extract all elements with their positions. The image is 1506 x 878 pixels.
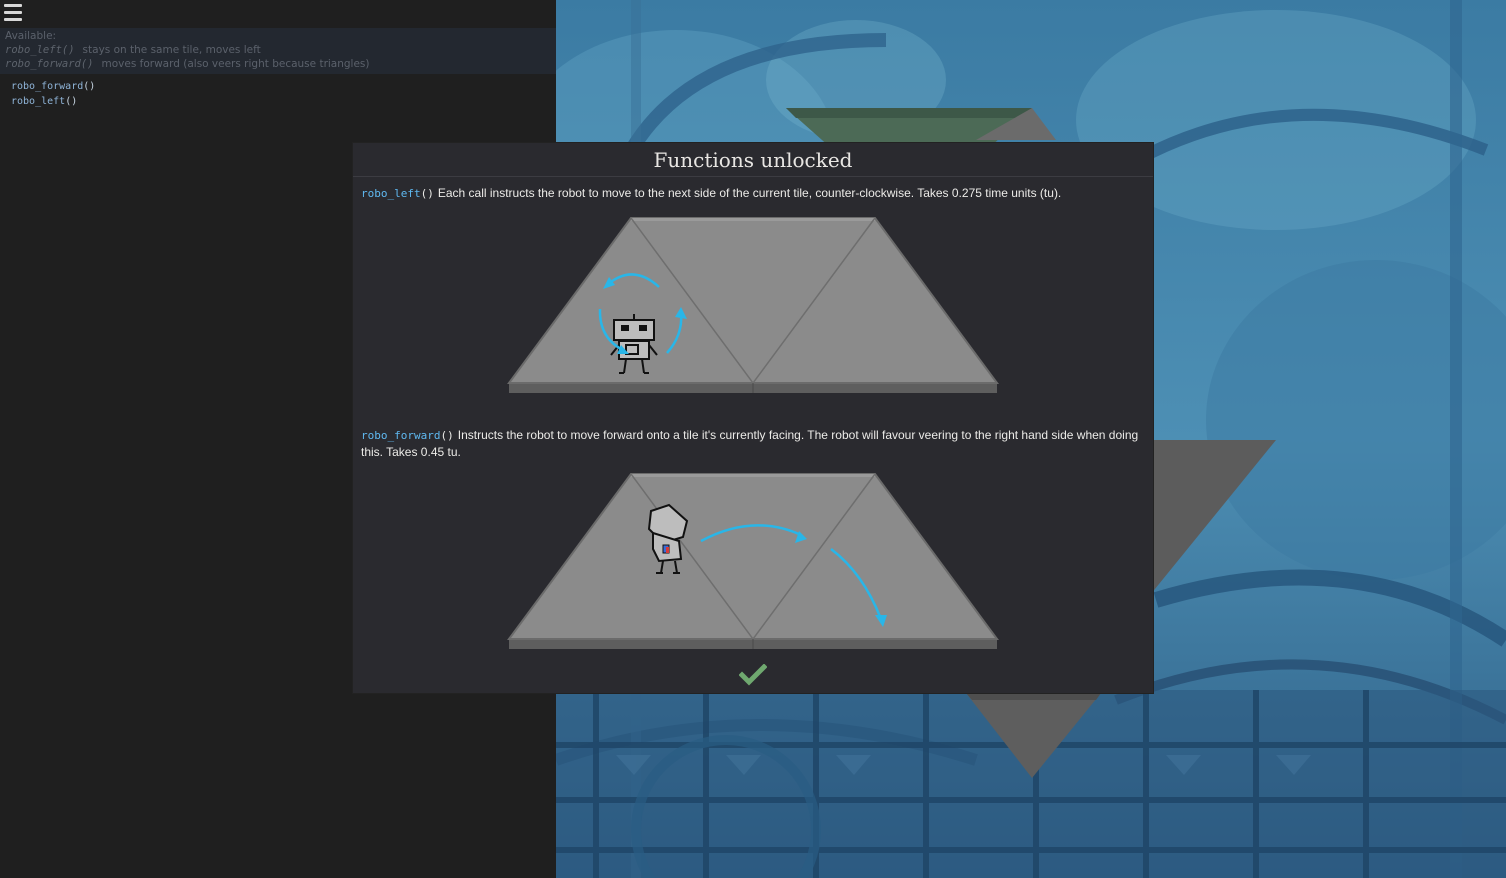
robo-left-description: robo_left() Each call instructs the robot…: [361, 185, 1146, 202]
available-heading: Available:: [5, 30, 57, 42]
function-description: Each call instructs the robot to move to…: [437, 186, 1062, 200]
available-item-desc: stays on the same tile, moves left: [82, 44, 261, 56]
available-item-robo-left: robo_left() stays on the same tile, moves…: [5, 44, 261, 56]
function-name: robo_left: [361, 187, 421, 200]
function-name: robo_forward: [361, 429, 441, 442]
checkmark-icon[interactable]: [739, 664, 767, 686]
title-divider: [353, 176, 1153, 177]
code-line-2[interactable]: robo_left(): [11, 96, 77, 107]
available-item-desc: moves forward (also veers right because …: [101, 58, 370, 70]
available-item-fn: robo_forward(): [5, 58, 94, 70]
code-fn: robo_forward: [11, 81, 84, 92]
dialog-title: Functions unlocked: [653, 148, 853, 172]
function-description: Instructs the robot to move forward onto…: [361, 428, 1139, 459]
code-fn: robo_left: [11, 96, 66, 107]
available-item-robo-forward: robo_forward() moves forward (also veers …: [5, 58, 370, 70]
available-functions-panel: Available: robo_left() stays on the same …: [0, 28, 556, 74]
robo-forward-illustration: [507, 473, 999, 649]
function-args: (): [420, 187, 434, 200]
functions-unlocked-dialog: Functions unlocked robo_left() Each call …: [353, 143, 1153, 693]
hamburger-menu-icon[interactable]: [4, 4, 22, 21]
code-args: (): [83, 81, 96, 92]
robo-left-illustration: [507, 217, 999, 393]
robo-forward-description: robo_forward() Instructs the robot to mov…: [361, 427, 1146, 460]
code-args: (): [65, 96, 78, 107]
code-line-1[interactable]: robo_forward(): [11, 81, 95, 92]
available-item-fn: robo_left(): [5, 44, 75, 56]
function-args: (): [440, 429, 454, 442]
